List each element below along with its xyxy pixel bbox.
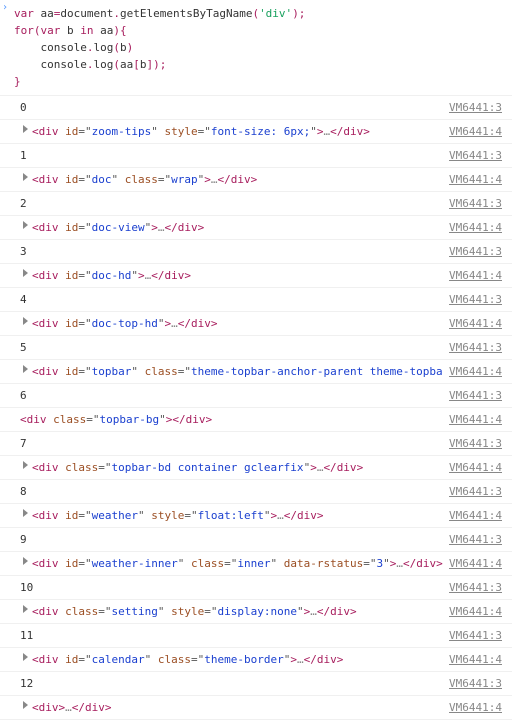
expand-triangle-icon[interactable] (23, 173, 28, 181)
console-panel[interactable]: › var aa=document.getElementsByTagName('… (0, 0, 512, 724)
element-markup: <div id="doc-top-hd">…</div> (32, 315, 443, 332)
source-link[interactable]: VM6441:3 (449, 675, 502, 692)
input-row: › var aa=document.getElementsByTagName('… (0, 0, 512, 96)
index-value: 7 (20, 435, 443, 452)
source-link[interactable]: VM6441:3 (449, 99, 502, 116)
expand-triangle-icon[interactable] (23, 461, 28, 469)
source-link[interactable]: VM6441:4 (449, 603, 502, 620)
element-markup: <div id="calendar" class="theme-border">… (32, 651, 443, 668)
source-link[interactable]: VM6441:4 (449, 171, 502, 188)
element-markup: <div class="topbar-bg"></div> (20, 411, 443, 428)
log-index: 0 VM6441:3 (0, 98, 512, 117)
expand-triangle-icon[interactable] (23, 509, 28, 517)
expand-triangle-icon[interactable] (23, 605, 28, 613)
source-link[interactable]: VM6441:4 (449, 123, 502, 140)
source-link[interactable]: VM6441:3 (449, 435, 502, 452)
element-markup: <div id="weather" style="float:left">…</… (32, 507, 443, 524)
source-link[interactable]: VM6441:4 (449, 219, 502, 236)
index-value: 8 (20, 483, 443, 500)
source-link[interactable]: VM6441:3 (449, 387, 502, 404)
source-link[interactable]: VM6441:3 (449, 291, 502, 308)
index-value: 5 (20, 339, 443, 356)
expand-triangle-icon[interactable] (23, 269, 28, 277)
log-index: 10 VM6441:3 (0, 578, 512, 597)
source-link[interactable]: VM6441:3 (449, 243, 502, 260)
source-link[interactable]: VM6441:4 (449, 411, 502, 428)
source-link[interactable]: VM6441:4 (449, 651, 502, 668)
log-index: 9 VM6441:3 (0, 530, 512, 549)
element-markup: <div id="weather-inner" class="inner" da… (32, 555, 443, 572)
index-value: 1 (20, 147, 443, 164)
log-index: 3 VM6441:3 (0, 242, 512, 261)
source-link[interactable]: VM6441:4 (449, 699, 502, 716)
expand-triangle-icon[interactable] (23, 125, 28, 133)
source-link[interactable]: VM6441:3 (449, 579, 502, 596)
expand-triangle-icon[interactable] (23, 221, 28, 229)
source-link[interactable]: VM6441:3 (449, 627, 502, 644)
log-element[interactable]: <div id="zoom-tips" style="font-size: 6p… (0, 122, 512, 141)
element-markup: <div id="zoom-tips" style="font-size: 6p… (32, 123, 443, 140)
log-element[interactable]: <div class="topbar-bd container gclearfi… (0, 458, 512, 477)
index-value: 9 (20, 531, 443, 548)
log-element[interactable]: <div id="doc-view">…</div> VM6441:4 (0, 218, 512, 237)
log-element[interactable]: <div id="weather-inner" class="inner" da… (0, 554, 512, 573)
log-element[interactable]: <div>…</div> VM6441:4 (0, 698, 512, 717)
element-markup: <div>…</div> (32, 699, 443, 716)
log-index: 11 VM6441:3 (0, 626, 512, 645)
log-index: 7 VM6441:3 (0, 434, 512, 453)
log-index: 8 VM6441:3 (0, 482, 512, 501)
source-link[interactable]: VM6441:4 (449, 315, 502, 332)
source-link[interactable]: VM6441:3 (449, 531, 502, 548)
log-index: 12 VM6441:3 (0, 674, 512, 693)
index-value: 12 (20, 675, 443, 692)
log-index: 2 VM6441:3 (0, 194, 512, 213)
log-element[interactable]: <div id="doc-top-hd">…</div> VM6441:4 (0, 314, 512, 333)
source-link[interactable]: VM6441:3 (449, 483, 502, 500)
log-element[interactable]: <div id="weather" style="float:left">…</… (0, 506, 512, 525)
expand-triangle-icon[interactable] (23, 365, 28, 373)
log-element[interactable]: <div class="topbar-bg"></div> VM6441:4 (0, 410, 512, 429)
expand-triangle-icon[interactable] (23, 701, 28, 709)
index-value: 10 (20, 579, 443, 596)
source-link[interactable]: VM6441:3 (449, 147, 502, 164)
element-markup: <div id="doc-hd">…</div> (32, 267, 443, 284)
log-element[interactable]: <div id="calendar" class="theme-border">… (0, 650, 512, 669)
source-link[interactable]: VM6441:4 (449, 507, 502, 524)
log-element[interactable]: <div id="doc" class="wrap">…</div> VM6441… (0, 170, 512, 189)
log-output: 0 VM6441:3 <div id="zoom-tips" style="font… (0, 96, 512, 724)
expand-triangle-icon[interactable] (23, 557, 28, 565)
index-value: 3 (20, 243, 443, 260)
log-element[interactable]: <div id="topbar" class="theme-topbar-anc… (0, 362, 512, 381)
log-index: 6 VM6441:3 (0, 386, 512, 405)
element-markup: <div id="topbar" class="theme-topbar-anc… (32, 363, 443, 380)
source-link[interactable]: VM6441:4 (449, 363, 502, 380)
index-value: 4 (20, 291, 443, 308)
source-link[interactable]: VM6441:4 (449, 267, 502, 284)
element-markup: <div id="doc" class="wrap">…</div> (32, 171, 443, 188)
index-value: 2 (20, 195, 443, 212)
expand-triangle-icon[interactable] (23, 317, 28, 325)
source-link[interactable]: VM6441:4 (449, 459, 502, 476)
log-index: 4 VM6441:3 (0, 290, 512, 309)
input-code: var aa=document.getElementsByTagName('di… (0, 2, 512, 93)
index-value: 11 (20, 627, 443, 644)
element-markup: <div id="doc-view">…</div> (32, 219, 443, 236)
expand-triangle-icon[interactable] (23, 653, 28, 661)
log-element[interactable]: <div id="doc-hd">…</div> VM6441:4 (0, 266, 512, 285)
log-index: 5 VM6441:3 (0, 338, 512, 357)
index-value: 6 (20, 387, 443, 404)
element-markup: <div class="setting" style="display:none… (32, 603, 443, 620)
index-value: 0 (20, 99, 443, 116)
log-element[interactable]: <div class="setting" style="display:none… (0, 602, 512, 621)
log-index: 1 VM6441:3 (0, 146, 512, 165)
source-link[interactable]: VM6441:3 (449, 195, 502, 212)
element-markup: <div class="topbar-bd container gclearfi… (32, 459, 443, 476)
source-link[interactable]: VM6441:4 (449, 555, 502, 572)
source-link[interactable]: VM6441:3 (449, 339, 502, 356)
prompt-chevron-icon: › (2, 2, 8, 13)
